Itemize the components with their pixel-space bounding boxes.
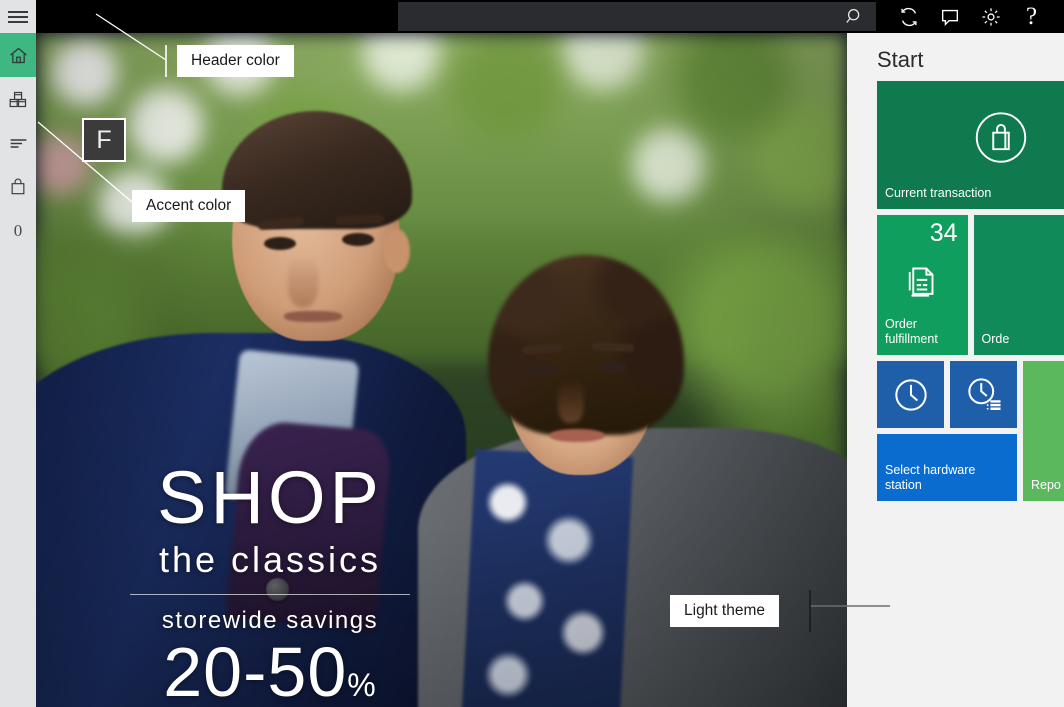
tile-label: Current transaction bbox=[885, 186, 992, 200]
page-title: Start bbox=[877, 47, 924, 72]
clock-icon bbox=[877, 373, 944, 417]
chat-bubble-icon bbox=[939, 6, 961, 28]
sidebar-item-list[interactable] bbox=[0, 121, 36, 165]
question-mark-icon: ? bbox=[1025, 3, 1038, 30]
ad-divider bbox=[130, 594, 410, 595]
callout-light-theme: Light theme bbox=[670, 595, 779, 627]
tile-grid: Current transaction 34 Order fulfillment… bbox=[847, 81, 1064, 501]
tile-row: Select hardware station Repo bbox=[877, 361, 1064, 501]
header-title-area bbox=[36, 0, 398, 33]
tile-count: 34 bbox=[929, 219, 958, 247]
tile-orders[interactable]: Orde bbox=[973, 215, 1064, 355]
refresh-icon bbox=[898, 6, 920, 28]
clock-list-icon bbox=[950, 373, 1017, 417]
tile-label: Repo bbox=[1031, 478, 1061, 492]
sidebar-item-cart[interactable] bbox=[0, 165, 36, 209]
accent-swatch-letter: F bbox=[96, 125, 112, 154]
ad-subheadline: the classics bbox=[158, 539, 382, 581]
tile-label: Select hardware station bbox=[885, 463, 976, 492]
tile-label: Orde bbox=[981, 332, 1010, 346]
accent-color-swatch: F bbox=[82, 118, 126, 162]
top-header-bar: ? bbox=[0, 0, 1064, 33]
ad-discount-range: 20-50 bbox=[163, 633, 348, 707]
search-input[interactable] bbox=[398, 2, 876, 31]
callout-label: Light theme bbox=[684, 602, 765, 619]
tile-stack-left: Select hardware station bbox=[877, 361, 1017, 501]
advertisement-copy: SHOP the classics storewide savings 20-5… bbox=[120, 455, 420, 707]
callout-header-color: Header color bbox=[177, 45, 294, 77]
settings-button[interactable] bbox=[974, 2, 1008, 32]
callout-label: Header color bbox=[191, 52, 280, 69]
ad-headline: SHOP bbox=[157, 455, 383, 539]
hamburger-icon bbox=[8, 10, 28, 23]
ad-discount: 20-50% bbox=[120, 637, 420, 707]
tile-label: Order fulfillment bbox=[885, 317, 938, 346]
sidebar-item-products[interactable] bbox=[0, 77, 36, 121]
tile-reports[interactable]: Repo bbox=[1023, 361, 1064, 501]
app-root: SHOP the classics storewide savings 20-5… bbox=[0, 0, 1064, 707]
header-action-buttons: ? bbox=[876, 0, 1064, 33]
sidebar-count-label: 0 bbox=[13, 221, 23, 240]
start-panel: Start Current transaction 34 Order fulfi… bbox=[847, 33, 1064, 707]
home-icon bbox=[8, 45, 29, 66]
tile-row-clocks bbox=[877, 361, 1017, 428]
feedback-button[interactable] bbox=[933, 2, 967, 32]
shopping-bag-circle-icon bbox=[877, 107, 1064, 169]
tile-time-entries[interactable] bbox=[950, 361, 1017, 428]
menu-button[interactable] bbox=[0, 0, 36, 33]
list-lines-icon bbox=[8, 133, 29, 154]
tile-row: Current transaction bbox=[877, 81, 1064, 209]
sidebar-item-home[interactable] bbox=[0, 33, 36, 77]
ad-tagline: storewide savings bbox=[161, 607, 379, 634]
shopping-bag-icon bbox=[8, 177, 28, 197]
tile-current-transaction[interactable]: Current transaction bbox=[877, 81, 1064, 209]
ad-discount-suffix: % bbox=[347, 667, 377, 703]
products-boxes-icon bbox=[8, 89, 29, 110]
sidebar-item-count[interactable]: 0 bbox=[0, 209, 36, 253]
tile-select-hardware-station[interactable]: Select hardware station bbox=[877, 434, 1017, 501]
tile-clock-in-out[interactable] bbox=[877, 361, 944, 428]
tile-row: 34 Order fulfillment Orde bbox=[877, 215, 1064, 355]
help-button[interactable]: ? bbox=[1015, 2, 1049, 32]
left-navigation-rail: 0 bbox=[0, 33, 36, 707]
callout-label: Accent color bbox=[146, 197, 232, 214]
callout-accent-color: Accent color bbox=[132, 190, 246, 222]
refresh-button[interactable] bbox=[892, 2, 926, 32]
gear-icon bbox=[980, 6, 1002, 28]
documents-icon bbox=[877, 261, 968, 303]
tile-order-fulfillment[interactable]: 34 Order fulfillment bbox=[877, 215, 968, 355]
search-icon[interactable] bbox=[844, 6, 866, 28]
